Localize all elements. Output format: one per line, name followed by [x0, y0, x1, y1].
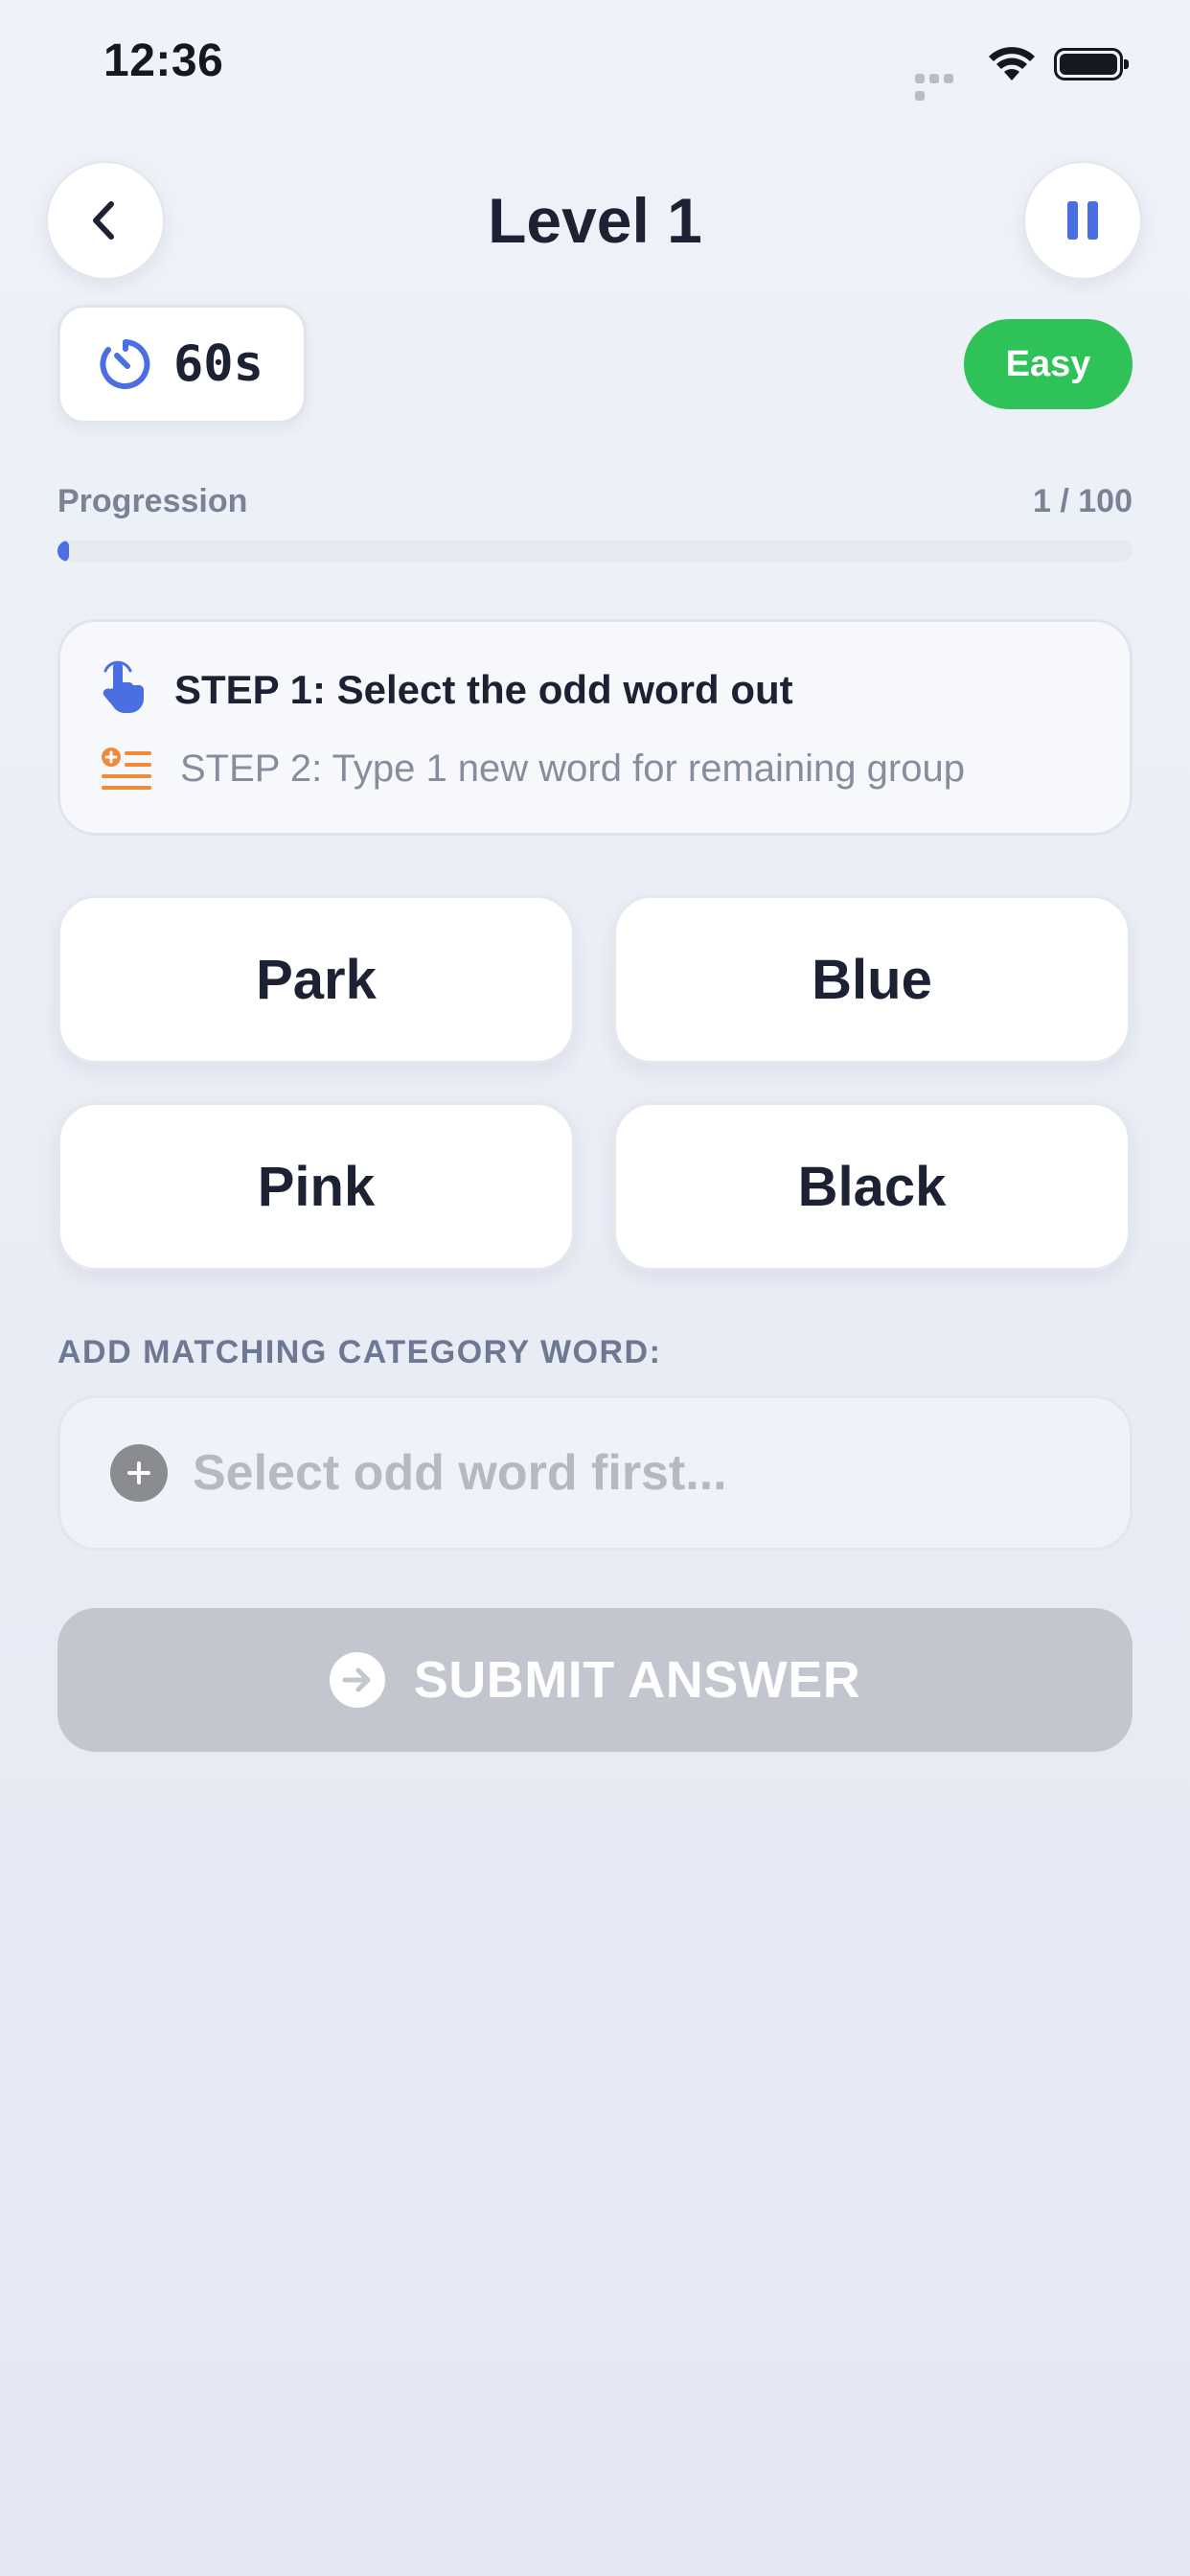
plus-icon: [110, 1444, 168, 1502]
word-card[interactable]: Blue: [613, 895, 1131, 1064]
battery-icon: [1054, 48, 1129, 80]
instructions-card: [57, 619, 1133, 836]
progress-bar: [57, 540, 1133, 562]
arrow-right-circle-icon: [329, 1652, 385, 1708]
status-time: 12:36: [103, 35, 224, 86]
timer-pill: 60s: [57, 305, 307, 424]
pause-icon: [1067, 201, 1098, 240]
answer-field-container: [57, 1395, 1133, 1551]
list-add-icon: [100, 746, 153, 800]
word-card[interactable]: Black: [613, 1102, 1131, 1271]
pointer-hand-icon: [96, 659, 153, 722]
step-2-instruction: STEP 2: Type 1 new word for remaining gr…: [180, 748, 965, 790]
answer-field-label: ADD MATCHING CATEGORY WORD:: [57, 1334, 662, 1370]
stopwatch-icon: [100, 339, 150, 389]
wifi-icon: [987, 44, 1037, 87]
answer-input[interactable]: [191, 1443, 1057, 1503]
timer-value: 60s: [173, 335, 263, 393]
difficulty-badge: Easy: [964, 319, 1133, 409]
word-card[interactable]: Park: [57, 895, 575, 1064]
cellular-signal-icon: [915, 71, 971, 101]
pause-button[interactable]: [1023, 161, 1142, 280]
progress-fill: [57, 540, 69, 562]
word-card[interactable]: Pink: [57, 1102, 575, 1271]
submit-answer-button[interactable]: SUBMIT ANSWER: [57, 1608, 1133, 1752]
page-title: Level 1: [488, 185, 702, 256]
step-1-instruction: STEP 1: Select the odd word out: [174, 667, 793, 712]
progression-label: Progression: [57, 483, 248, 519]
submit-answer-label: SUBMIT ANSWER: [413, 1651, 861, 1709]
progression-count: 1 / 100: [1033, 483, 1133, 519]
